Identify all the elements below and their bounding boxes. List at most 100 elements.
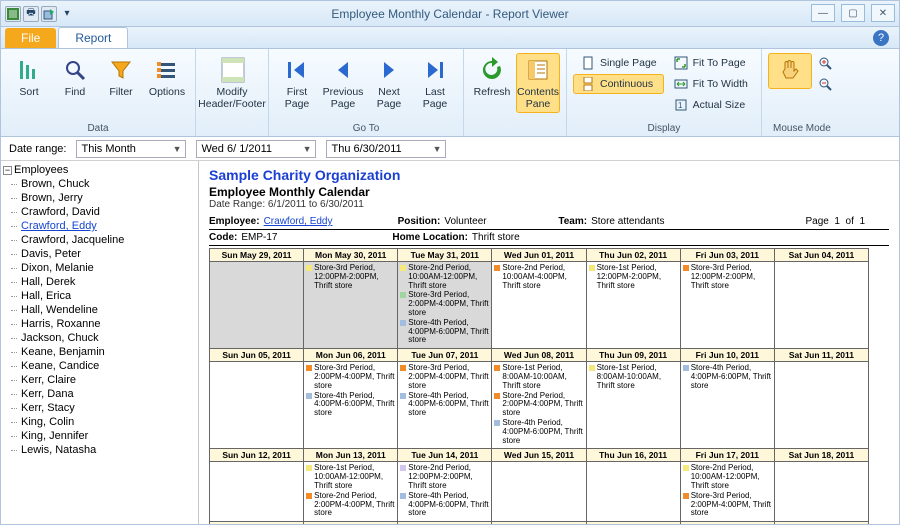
tree-item[interactable]: King, Colin: [21, 415, 198, 429]
tree-item[interactable]: Dixon, Melanie: [21, 261, 198, 275]
quick-access-dropdown-icon[interactable]: ▾: [59, 6, 75, 22]
tree-item[interactable]: Jackson, Chuck: [21, 331, 198, 345]
tree-item[interactable]: Davis, Peter: [21, 247, 198, 261]
tree-root[interactable]: −Employees: [3, 163, 198, 177]
calendar-event: Store-1st Period, 8:00AM-10:00AM, Thrift…: [589, 364, 678, 390]
date-range-row: Date range: This Month▼ Wed 6/ 1/2011▼ T…: [1, 137, 899, 161]
calendar-day-header: Sat Jun 04, 2011: [774, 249, 868, 262]
calendar-day-header: Tue Jun 21, 2011: [398, 522, 492, 524]
tree-item[interactable]: King, Jennifer: [21, 429, 198, 443]
minimize-button[interactable]: —: [811, 4, 835, 22]
ribbon-tabs: File Report ?: [1, 27, 899, 49]
tree-item[interactable]: Hall, Derek: [21, 275, 198, 289]
calendar-day-header: Wed Jun 08, 2011: [492, 349, 586, 362]
event-swatch: [306, 465, 312, 471]
tab-file[interactable]: File: [5, 28, 56, 48]
ribbon-group-display: Single Page Continuous Fit To Page Fit T…: [567, 49, 762, 136]
chevron-down-icon: ▼: [173, 144, 182, 154]
employee-tree[interactable]: −Employees Brown, ChuckBrown, JerryCrawf…: [1, 161, 199, 524]
calendar-cell: Store-2nd Period, 10:00AM-12:00PM, Thrif…: [398, 262, 492, 349]
actual-size-icon: 1: [673, 98, 689, 112]
next-page-button[interactable]: Next Page: [367, 53, 411, 113]
calendar-event: Store-2nd Period, 10:00AM-12:00PM, Thrif…: [683, 464, 772, 490]
tree-item[interactable]: Kerr, Stacy: [21, 401, 198, 415]
single-page-icon: [580, 56, 596, 70]
zoom-in-icon: [817, 56, 833, 70]
zoom-out-button[interactable]: [814, 74, 836, 94]
modify-header-footer-button[interactable]: Modify Header/Footer: [202, 53, 262, 113]
first-page-button[interactable]: First Page: [275, 53, 319, 113]
last-page-icon: [421, 56, 449, 84]
calendar-day-header: Tue May 31, 2011: [398, 249, 492, 262]
app-icon[interactable]: [5, 6, 21, 22]
event-swatch: [683, 265, 689, 271]
zoom-in-button[interactable]: [814, 53, 836, 73]
event-swatch: [494, 393, 500, 399]
export-icon[interactable]: [41, 6, 57, 22]
sort-button[interactable]: Sort: [7, 53, 51, 101]
event-swatch: [589, 265, 595, 271]
refresh-button[interactable]: Refresh: [470, 53, 514, 101]
fit-to-width-button[interactable]: Fit To Width: [666, 74, 755, 94]
actual-size-button[interactable]: 1Actual Size: [666, 95, 755, 115]
first-page-icon: [283, 56, 311, 84]
continuous-icon: [580, 77, 596, 91]
code-label: Code:: [209, 232, 237, 243]
calendar-event: Store-4th Period, 4:00PM-6:00PM, Thrift …: [306, 392, 395, 418]
tree-item[interactable]: Keane, Benjamin: [21, 345, 198, 359]
contents-pane-button[interactable]: Contents Pane: [516, 53, 560, 113]
event-swatch: [306, 493, 312, 499]
last-page-button[interactable]: Last Page: [413, 53, 457, 113]
calendar-event: Store-2nd Period, 10:00AM-4:00PM, Thrift…: [494, 264, 583, 290]
close-button[interactable]: ✕: [871, 4, 895, 22]
tree-item[interactable]: Kerr, Dana: [21, 387, 198, 401]
event-swatch: [400, 365, 406, 371]
calendar-day-header: Mon Jun 06, 2011: [304, 349, 398, 362]
chevron-down-icon: ▼: [303, 144, 312, 154]
help-icon[interactable]: ?: [873, 30, 889, 46]
report-pane[interactable]: Sample Charity Organization Employee Mon…: [199, 161, 899, 524]
tree-item[interactable]: Kerr, Claire: [21, 373, 198, 387]
calendar-event: Store-2nd Period, 12:00PM-2:00PM, Thrift…: [400, 464, 489, 490]
date-to-combo[interactable]: Thu 6/30/2011▼: [326, 140, 446, 158]
single-page-button[interactable]: Single Page: [573, 53, 664, 73]
calendar-event: Store-1st Period, 10:00AM-12:00PM, Thrif…: [306, 464, 395, 490]
window-title: Employee Monthly Calendar - Report Viewe…: [1, 7, 899, 21]
tree-item[interactable]: Crawford, Eddy: [21, 219, 198, 233]
find-button[interactable]: Find: [53, 53, 97, 101]
event-swatch: [400, 393, 406, 399]
tab-report[interactable]: Report: [58, 27, 128, 48]
tree-item[interactable]: Keane, Candice: [21, 359, 198, 373]
event-swatch: [400, 292, 406, 298]
date-from-combo[interactable]: Wed 6/ 1/2011▼: [196, 140, 316, 158]
event-swatch: [400, 320, 406, 326]
previous-page-button[interactable]: Previous Page: [321, 53, 365, 113]
calendar-cell: Store-3rd Period, 12:00PM-2:00PM, Thrift…: [680, 262, 774, 349]
fit-page-icon: [673, 56, 689, 70]
emp-link[interactable]: Crawford, Eddy: [264, 216, 364, 227]
calendar-event: Store-1st Period, 12:00PM-2:00PM, Thrift…: [589, 264, 678, 290]
tree-item[interactable]: Brown, Jerry: [21, 191, 198, 205]
collapse-icon[interactable]: −: [3, 166, 12, 175]
tree-item[interactable]: Brown, Chuck: [21, 177, 198, 191]
tree-item[interactable]: Harris, Roxanne: [21, 317, 198, 331]
tree-item[interactable]: Crawford, David: [21, 205, 198, 219]
options-button[interactable]: Options: [145, 53, 189, 101]
calendar-day-header: Wed Jun 01, 2011: [492, 249, 586, 262]
filter-button[interactable]: Filter: [99, 53, 143, 101]
calendar-day-header: Sun May 29, 2011: [210, 249, 304, 262]
date-preset-combo[interactable]: This Month▼: [76, 140, 186, 158]
print-icon[interactable]: 🖶: [23, 6, 39, 22]
tree-item[interactable]: Hall, Erica: [21, 289, 198, 303]
tree-item[interactable]: Crawford, Jacqueline: [21, 233, 198, 247]
refresh-icon: [478, 56, 506, 84]
continuous-button[interactable]: Continuous: [573, 74, 664, 94]
tree-item[interactable]: Hall, Wendeline: [21, 303, 198, 317]
calendar-day-header: Thu Jun 23, 2011: [586, 522, 680, 524]
pan-mode-button[interactable]: [768, 53, 812, 89]
fit-to-page-button[interactable]: Fit To Page: [666, 53, 755, 73]
event-swatch: [400, 265, 406, 271]
calendar-event: Store-3rd Period, 2:00PM-4:00PM, Thrift …: [306, 364, 395, 390]
maximize-button[interactable]: ▢: [841, 4, 865, 22]
tree-item[interactable]: Lewis, Natasha: [21, 443, 198, 457]
